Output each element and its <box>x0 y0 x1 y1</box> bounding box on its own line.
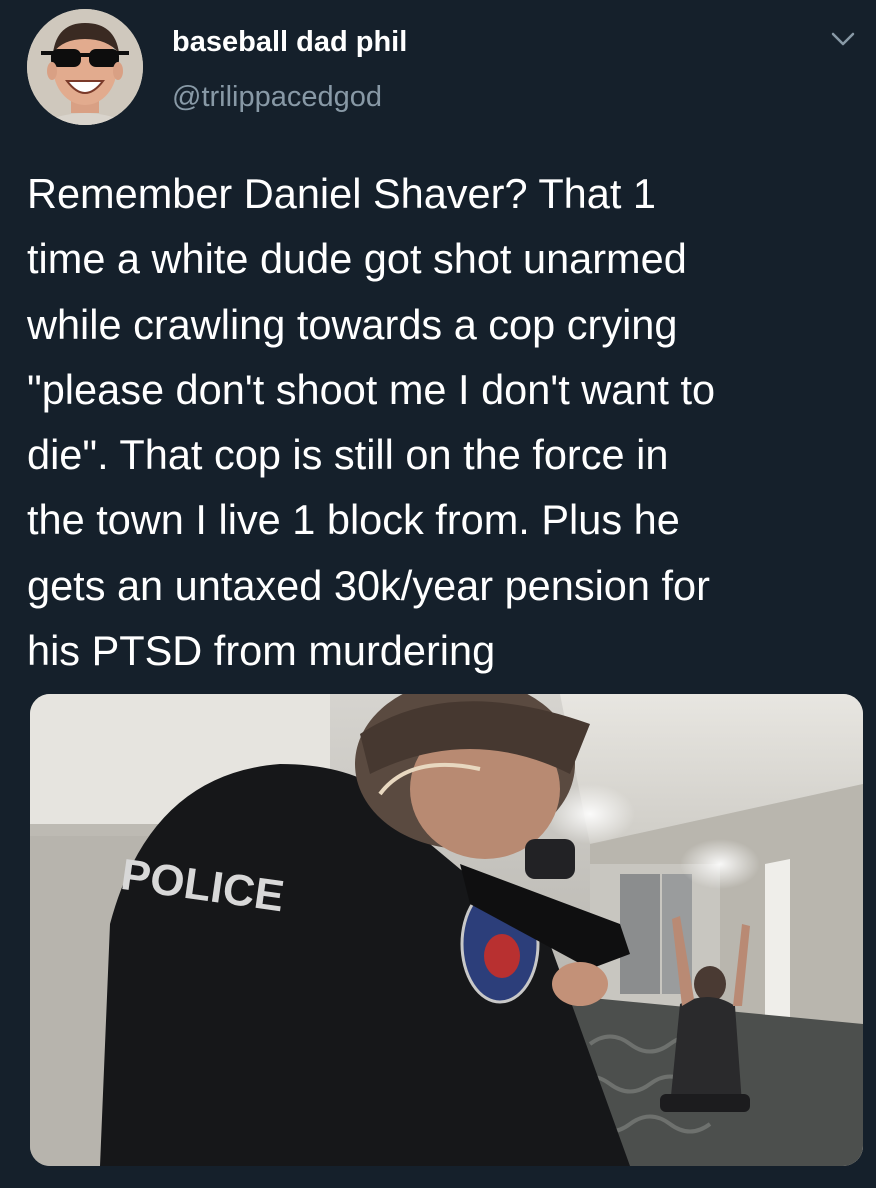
avatar-face-icon <box>27 9 143 125</box>
user-handle[interactable]: @trilippacedgod <box>172 81 382 114</box>
tweet-text: Remember Daniel Shaver? That 1 time a wh… <box>27 170 716 675</box>
display-name[interactable]: baseball dad phil <box>172 26 407 59</box>
tweet-card: baseball dad phil @trilippacedgod Rememb… <box>0 0 876 1188</box>
avatar[interactable] <box>27 9 143 125</box>
tweet-media-image[interactable]: POLICE <box>30 694 863 1166</box>
bodycam-photo-icon: POLICE <box>30 694 863 1166</box>
chevron-down-icon[interactable] <box>831 31 855 47</box>
